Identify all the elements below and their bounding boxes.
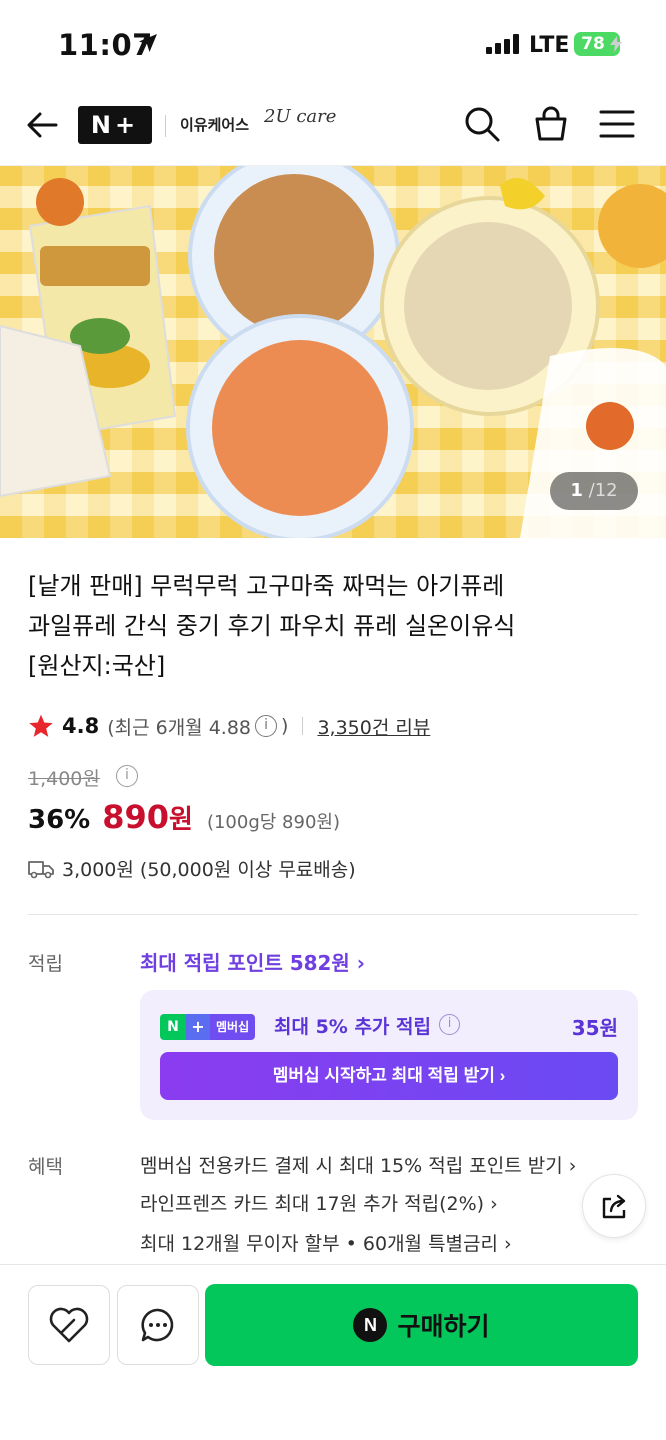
naver-pay-icon: N (353, 1308, 388, 1342)
discount-rate: 36% (28, 805, 91, 835)
buy-button-label: 구매하기 (397, 1313, 490, 1341)
header-divider (165, 115, 166, 137)
review-count-link[interactable]: 3,350건 리뷰 (317, 713, 430, 740)
price-row: 36% 890 원 (100g당 890원) (28, 798, 340, 836)
delivery-truck-icon (28, 860, 54, 878)
price-info-icon[interactable]: i (116, 765, 138, 787)
network-type: LTE (529, 33, 570, 58)
heart-icon (49, 1307, 89, 1343)
product-title: [낱개 판매] 무럭무럭 고구마죽 짜먹는 아기퓨레 과일퓨레 간식 중기 후기… (28, 566, 648, 686)
plus-icon: + (186, 1014, 210, 1040)
bottom-action-bar: N 구매하기 (0, 1264, 666, 1440)
chat-button[interactable] (117, 1285, 199, 1365)
info-icon[interactable]: i (255, 715, 278, 737)
naver-plus-membership-badge: N + 멤버십 (160, 1014, 256, 1040)
membership-box: N + 멤버십 최대 5% 추가 적립 i 35원 멤버십 시작하고 최대 적립… (140, 990, 638, 1120)
info-icon[interactable]: i (439, 1014, 460, 1035)
share-icon (602, 1194, 626, 1219)
membership-extra-points: 최대 5% 추가 적립 (274, 1016, 431, 1038)
back-arrow-icon[interactable] (24, 107, 60, 143)
location-arrow-icon (139, 34, 157, 52)
image-page-total: /12 (588, 480, 618, 501)
product-image-carousel[interactable]: 1 /12 (0, 166, 666, 538)
points-label: 적립 (28, 953, 63, 975)
status-bar: 11:07 LTE 78 (0, 0, 666, 90)
product-title-line: [원산지:국산] (28, 652, 166, 680)
section-divider (28, 914, 638, 915)
menu-icon[interactable] (598, 106, 636, 142)
buy-button[interactable]: N 구매하기 (205, 1284, 638, 1366)
price-currency: 원 (169, 805, 193, 835)
store-logo[interactable]: 2U care (264, 106, 336, 127)
shipping-info: 3,000원 (50,000원 이상 무료배송) (28, 855, 356, 882)
rating-divider (302, 717, 304, 735)
cellular-signal-icon (486, 34, 519, 54)
benefit-item[interactable]: 멤버십 전용카드 결제 시 최대 15% 적립 포인트 받기 › (140, 1151, 576, 1178)
benefits-label: 혜택 (28, 1156, 63, 1178)
app-header: N+ 이유케어스 2U care (0, 90, 666, 166)
image-page-current: 1 (570, 480, 583, 501)
shipping-text: 3,000원 (50,000원 이상 무료배송) (62, 859, 356, 881)
shopping-bag-icon[interactable] (531, 104, 571, 144)
recent-rating: (최근 6개월 4.88 (107, 716, 252, 739)
store-name[interactable]: 이유케어스 (180, 114, 249, 135)
naver-n-icon: N (160, 1014, 186, 1040)
recent-rating-close: ) (281, 715, 289, 737)
membership-points-amount: 35원 (571, 1016, 618, 1040)
rating-score: 4.8 (62, 714, 100, 738)
max-points-link[interactable]: 최대 적립 포인트 582원 › (140, 947, 365, 976)
charging-bolt-icon (610, 36, 622, 52)
image-page-counter: 1 /12 (550, 472, 638, 510)
product-title-line: [낱개 판매] 무럭무럭 고구마죽 짜먹는 아기퓨레 (28, 572, 505, 600)
naver-plus-logo[interactable]: N+ (78, 106, 152, 144)
benefit-item[interactable]: 라인프렌즈 카드 최대 17원 추가 적립(2%) › (140, 1189, 498, 1216)
original-price: 1,400원 (28, 768, 100, 790)
chat-bubble-icon (141, 1308, 174, 1342)
product-title-line: 과일퓨레 간식 중기 후기 파우치 퓨레 실온이유식 (28, 612, 516, 640)
rating-row: 4.8 (최근 6개월 4.88 i ) 3,350건 리뷰 (28, 709, 430, 743)
share-button[interactable] (582, 1174, 646, 1238)
benefit-item[interactable]: 최대 12개월 무이자 할부 • 60개월 특별금리 › (140, 1229, 512, 1256)
membership-badge-label: 멤버십 (210, 1014, 256, 1040)
sale-price: 890 (102, 798, 170, 836)
star-icon (29, 714, 53, 737)
unit-price: (100g당 890원) (206, 812, 340, 833)
wishlist-button[interactable] (28, 1285, 110, 1365)
start-membership-button[interactable]: 멤버십 시작하고 최대 적립 받기 › (160, 1052, 618, 1100)
search-icon[interactable] (462, 104, 502, 144)
